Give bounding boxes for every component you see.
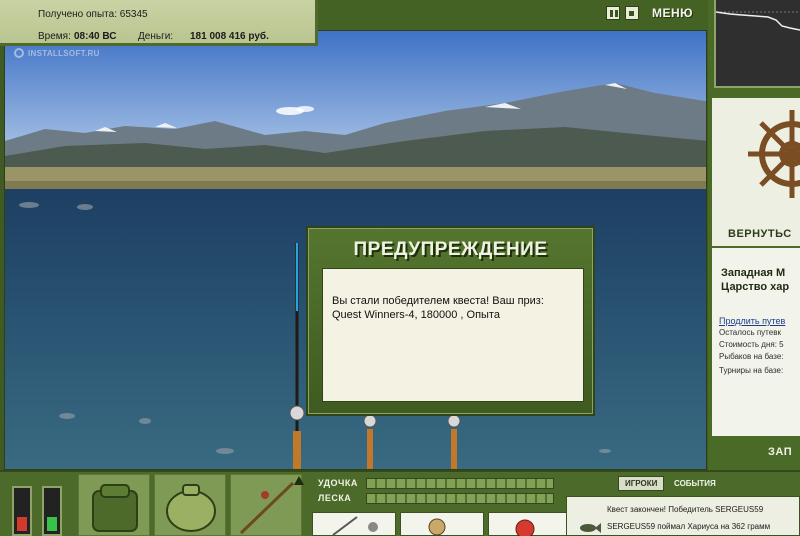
- rod-icon: [332, 516, 378, 536]
- tab-events[interactable]: СОБЫТИЯ: [674, 479, 716, 488]
- permit-remaining: Осталось путевк: [719, 328, 781, 337]
- tackle-slot-line[interactable]: [488, 512, 572, 536]
- energy-gauge-fill: [47, 517, 57, 531]
- line-tension-cells: [367, 494, 553, 503]
- experience-value: 65345: [119, 9, 148, 20]
- tab-players[interactable]: ИГРОКИ: [618, 476, 665, 491]
- tackle-slot-rod[interactable]: [312, 512, 396, 536]
- time-value: 08:40 ВС: [74, 31, 117, 42]
- location-name: Западная М Царство хар: [721, 266, 789, 294]
- warning-dialog[interactable]: ПРЕДУПРЕЖДЕНИЕ Вы стали победителем квес…: [306, 226, 595, 416]
- feed-item: SERGEUS59 поймал Хариуса на 362 грамм: [607, 522, 771, 531]
- line-label: ЛЕСКА: [318, 493, 352, 503]
- day-cost: Стоимость дня: 5: [719, 340, 784, 349]
- location-info: Западная М Царство хар Продлить путев Ос…: [712, 246, 800, 436]
- top-strip: [318, 0, 708, 30]
- bait-icon: [239, 481, 295, 535]
- money-value: 181 008 416 руб.: [190, 31, 269, 42]
- experience-label: Получено опыта:: [38, 9, 117, 20]
- line-spool-icon: [515, 519, 535, 536]
- rod-tension-meter: [366, 478, 554, 489]
- anglers-count: Рыбаков на базе:: [719, 352, 784, 361]
- fish-icon: [580, 523, 601, 533]
- extend-permit-link[interactable]: Продлить путев: [719, 316, 785, 326]
- exit-button[interactable]: ЗАП: [768, 446, 792, 458]
- tackle-slot-reel[interactable]: [400, 512, 484, 536]
- rod-tension-cells: [367, 479, 553, 488]
- pressure-graph: [714, 0, 800, 88]
- energy-gauge: [42, 486, 62, 536]
- location-name-line1: Западная М: [721, 267, 786, 279]
- ship-wheel-icon: [748, 110, 800, 198]
- location-name-line2: Царство хар: [721, 281, 790, 293]
- bag-icon: [166, 484, 216, 532]
- line-tension-meter: [366, 493, 554, 504]
- menu-button[interactable]: МЕНЮ: [652, 6, 693, 20]
- experience-readout: Получено опыта: 65345: [38, 9, 148, 20]
- backpack-icon: [92, 484, 138, 532]
- time-label: Время:: [38, 31, 71, 42]
- graph-line: [715, 11, 800, 31]
- feed-item: Квест закончен! Победитель SERGEUS59: [607, 505, 764, 514]
- event-feed: Квест закончен! Победитель SERGEUS59 SER…: [566, 496, 800, 536]
- chat-tabs: ИГРОКИ СОБЫТИЯ: [566, 476, 800, 492]
- dialog-title: ПРЕДУПРЕЖДЕНИЕ: [353, 239, 548, 260]
- money-label: Деньги:: [138, 31, 174, 42]
- dialog-body: Вы стали победителем квеста! Ваш приз: Q…: [322, 268, 584, 402]
- backpack-slot[interactable]: [78, 474, 150, 536]
- reel-icon: [428, 518, 446, 536]
- watermark-text: INSTALLSOFT.RU: [28, 49, 100, 58]
- pause-icon[interactable]: [606, 6, 620, 20]
- player-info-panel: Получено опыта: 65345 Время: 08:40 ВС Де…: [0, 0, 318, 46]
- return-label[interactable]: ВЕРНУТЬС: [728, 228, 792, 240]
- watermark-logo-icon: [14, 48, 24, 58]
- bait-slot[interactable]: [230, 474, 302, 536]
- dialog-message: Вы стали победителем квеста! Ваш приз: Q…: [332, 295, 544, 321]
- return-button[interactable]: [712, 98, 800, 246]
- stamina-gauge: [12, 486, 32, 536]
- tournaments-count: Турниры на базе:: [719, 366, 784, 375]
- sound-icon[interactable]: [625, 6, 639, 20]
- rod-label: УДОЧКА: [318, 478, 358, 488]
- bag-slot[interactable]: [154, 474, 226, 536]
- watermark: INSTALLSOFT.RU: [14, 48, 100, 58]
- scroll-up-icon[interactable]: [294, 476, 304, 485]
- stamina-gauge-fill: [17, 517, 27, 531]
